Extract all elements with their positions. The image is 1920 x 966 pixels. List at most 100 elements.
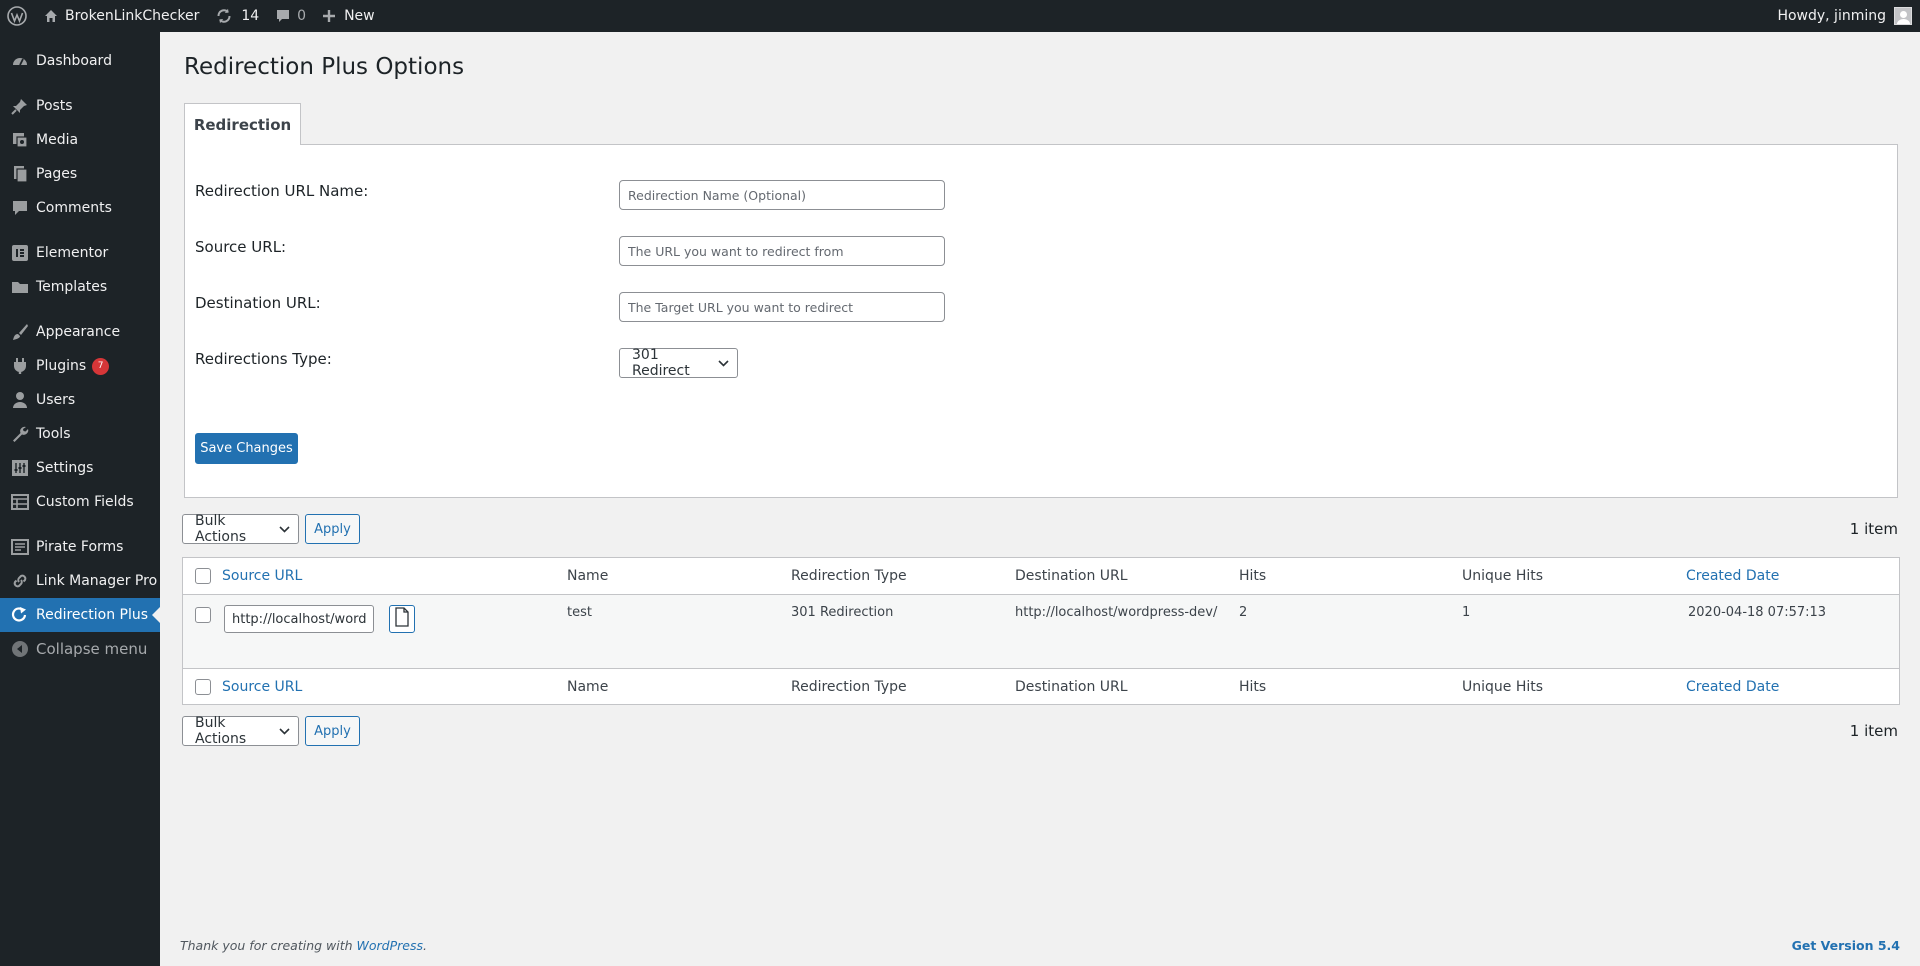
- column-hits: Hits: [1239, 679, 1267, 695]
- main-content: Redirection Plus Options Redirection Red…: [180, 32, 1900, 966]
- column-created-date[interactable]: Created Date: [1686, 679, 1779, 695]
- elementor-icon: [10, 243, 30, 263]
- column-source-url[interactable]: Source URL: [222, 568, 302, 584]
- new-content-link[interactable]: New: [314, 0, 383, 32]
- sidebar-item-templates[interactable]: Templates: [0, 270, 160, 304]
- select-all-checkbox-bottom[interactable]: [195, 679, 211, 695]
- footer-thanks-text: Thank you for creating with: [180, 938, 353, 953]
- collapse-menu-label: Collapse menu: [36, 640, 148, 658]
- sidebar-item-label: Settings: [36, 460, 94, 476]
- site-name-link[interactable]: BrokenLinkChecker: [35, 0, 207, 32]
- sidebar-item-label: Media: [36, 132, 79, 148]
- sidebar-item-settings[interactable]: Settings: [0, 451, 160, 485]
- settings-icon: [10, 458, 30, 478]
- collapse-arrow-icon: [10, 639, 30, 659]
- sidebar-item-label: Pirate Forms: [36, 539, 124, 555]
- sidebar-item-redirection-plus[interactable]: Redirection Plus: [0, 598, 160, 632]
- destination-row: Destination URL:: [195, 292, 1885, 322]
- comments-count: 0: [297, 8, 307, 24]
- sidebar-item-label: Pages: [36, 166, 78, 182]
- sidebar-item-label: Users: [36, 392, 76, 408]
- column-redirection-type: Redirection Type: [791, 568, 907, 584]
- type-row: Redirections Type: 301 Redirect: [195, 347, 1885, 379]
- sidebar-item-plugins[interactable]: Plugins 7: [0, 349, 160, 383]
- apply-button[interactable]: Apply: [305, 514, 360, 544]
- sidebar-item-label: Link Manager Pro: [36, 573, 158, 589]
- cell-name: test: [567, 605, 592, 620]
- admin-sidebar: Dashboard Posts Media Pages Comments Ele…: [0, 32, 160, 966]
- footer-thanks: Thank you for creating with WordPress.: [180, 938, 427, 953]
- sidebar-item-link-manager-pro[interactable]: Link Manager Pro: [0, 564, 160, 598]
- sidebar-item-label: Plugins: [36, 358, 87, 374]
- sidebar-item-label: Posts: [36, 98, 73, 114]
- redirection-type-value: 301 Redirect: [632, 347, 690, 379]
- pin-icon: [10, 96, 30, 116]
- column-destination-url: Destination URL: [1015, 568, 1128, 584]
- copy-button[interactable]: [389, 605, 415, 633]
- column-unique-hits: Unique Hits: [1462, 679, 1544, 695]
- wrench-icon: [10, 424, 30, 444]
- comments-link[interactable]: 0: [267, 0, 314, 32]
- dashboard-icon: [10, 51, 30, 71]
- column-name: Name: [567, 679, 609, 695]
- folder-icon: [10, 277, 30, 297]
- get-version-link[interactable]: Get Version 5.4: [1792, 938, 1900, 953]
- column-source-url[interactable]: Source URL: [222, 679, 302, 695]
- select-all-checkbox[interactable]: [195, 568, 211, 584]
- sidebar-item-tools[interactable]: Tools: [0, 417, 160, 451]
- cell-hits: 2: [1239, 605, 1248, 620]
- items-count-bottom: 1 item: [1849, 722, 1898, 740]
- row-checkbox[interactable]: [195, 607, 211, 623]
- column-created-date[interactable]: Created Date: [1686, 568, 1779, 584]
- table-footer: Source URL Name Redirection Type Destina…: [183, 668, 1899, 704]
- sidebar-item-label: Custom Fields: [36, 494, 134, 510]
- bulk-actions-value: Bulk Actions: [195, 513, 247, 545]
- destination-url-input[interactable]: [619, 292, 945, 322]
- source-row: Source URL:: [195, 236, 1885, 266]
- destination-label: Destination URL:: [195, 294, 321, 312]
- link-icon: [10, 571, 30, 591]
- my-account-link[interactable]: Howdy, jinming: [1769, 0, 1920, 32]
- updates-count: 14: [241, 8, 260, 24]
- collapse-menu-button[interactable]: Collapse menu: [0, 632, 160, 666]
- tab-redirection[interactable]: Redirection: [184, 103, 301, 145]
- wordpress-link[interactable]: WordPress: [357, 938, 423, 953]
- redirection-type-select[interactable]: 301 Redirect: [619, 347, 738, 379]
- column-name: Name: [567, 568, 609, 584]
- sidebar-item-pirate-forms[interactable]: Pirate Forms: [0, 530, 160, 564]
- bulk-actions-value: Bulk Actions: [195, 715, 247, 747]
- bulk-actions-select-bottom[interactable]: Bulk Actions: [182, 715, 299, 747]
- sidebar-item-pages[interactable]: Pages: [0, 157, 160, 191]
- pages-icon: [10, 164, 30, 184]
- sidebar-item-label: Elementor: [36, 245, 109, 261]
- type-label: Redirections Type:: [195, 350, 332, 368]
- sidebar-item-media[interactable]: Media: [0, 123, 160, 157]
- comment-bubble-icon: [275, 8, 291, 24]
- redirections-table: Source URL Name Redirection Type Destina…: [182, 557, 1900, 705]
- source-url-field[interactable]: [224, 605, 374, 633]
- sidebar-item-dashboard[interactable]: Dashboard: [0, 44, 160, 78]
- updates-link[interactable]: 14: [207, 0, 267, 32]
- cell-redirection-type: 301 Redirection: [791, 605, 894, 620]
- sidebar-item-label: Redirection Plus: [36, 607, 149, 623]
- sidebar-item-elementor[interactable]: Elementor: [0, 236, 160, 270]
- plugins-update-badge: 7: [92, 357, 110, 375]
- bulk-actions-select[interactable]: Bulk Actions: [182, 513, 299, 545]
- cell-created-date: 2020-04-18 07:57:13: [1688, 605, 1827, 620]
- chevron-down-icon: [279, 521, 290, 537]
- sidebar-item-label: Comments: [36, 200, 112, 216]
- sidebar-item-posts[interactable]: Posts: [0, 89, 160, 123]
- avatar: [1894, 7, 1912, 25]
- sidebar-item-comments[interactable]: Comments: [0, 191, 160, 225]
- source-url-input[interactable]: [619, 236, 945, 266]
- sidebar-item-appearance[interactable]: Appearance: [0, 315, 160, 349]
- save-changes-button[interactable]: Save Changes: [195, 433, 298, 464]
- tablenav-bottom: Bulk Actions Apply 1 item: [182, 715, 1898, 747]
- wordpress-logo-icon[interactable]: [0, 0, 35, 32]
- redirection-name-input[interactable]: [619, 180, 945, 210]
- sidebar-item-users[interactable]: Users: [0, 383, 160, 417]
- footer-period: .: [423, 938, 427, 953]
- sidebar-item-custom-fields[interactable]: Custom Fields: [0, 485, 160, 519]
- column-hits: Hits: [1239, 568, 1267, 584]
- apply-button-bottom[interactable]: Apply: [305, 716, 360, 746]
